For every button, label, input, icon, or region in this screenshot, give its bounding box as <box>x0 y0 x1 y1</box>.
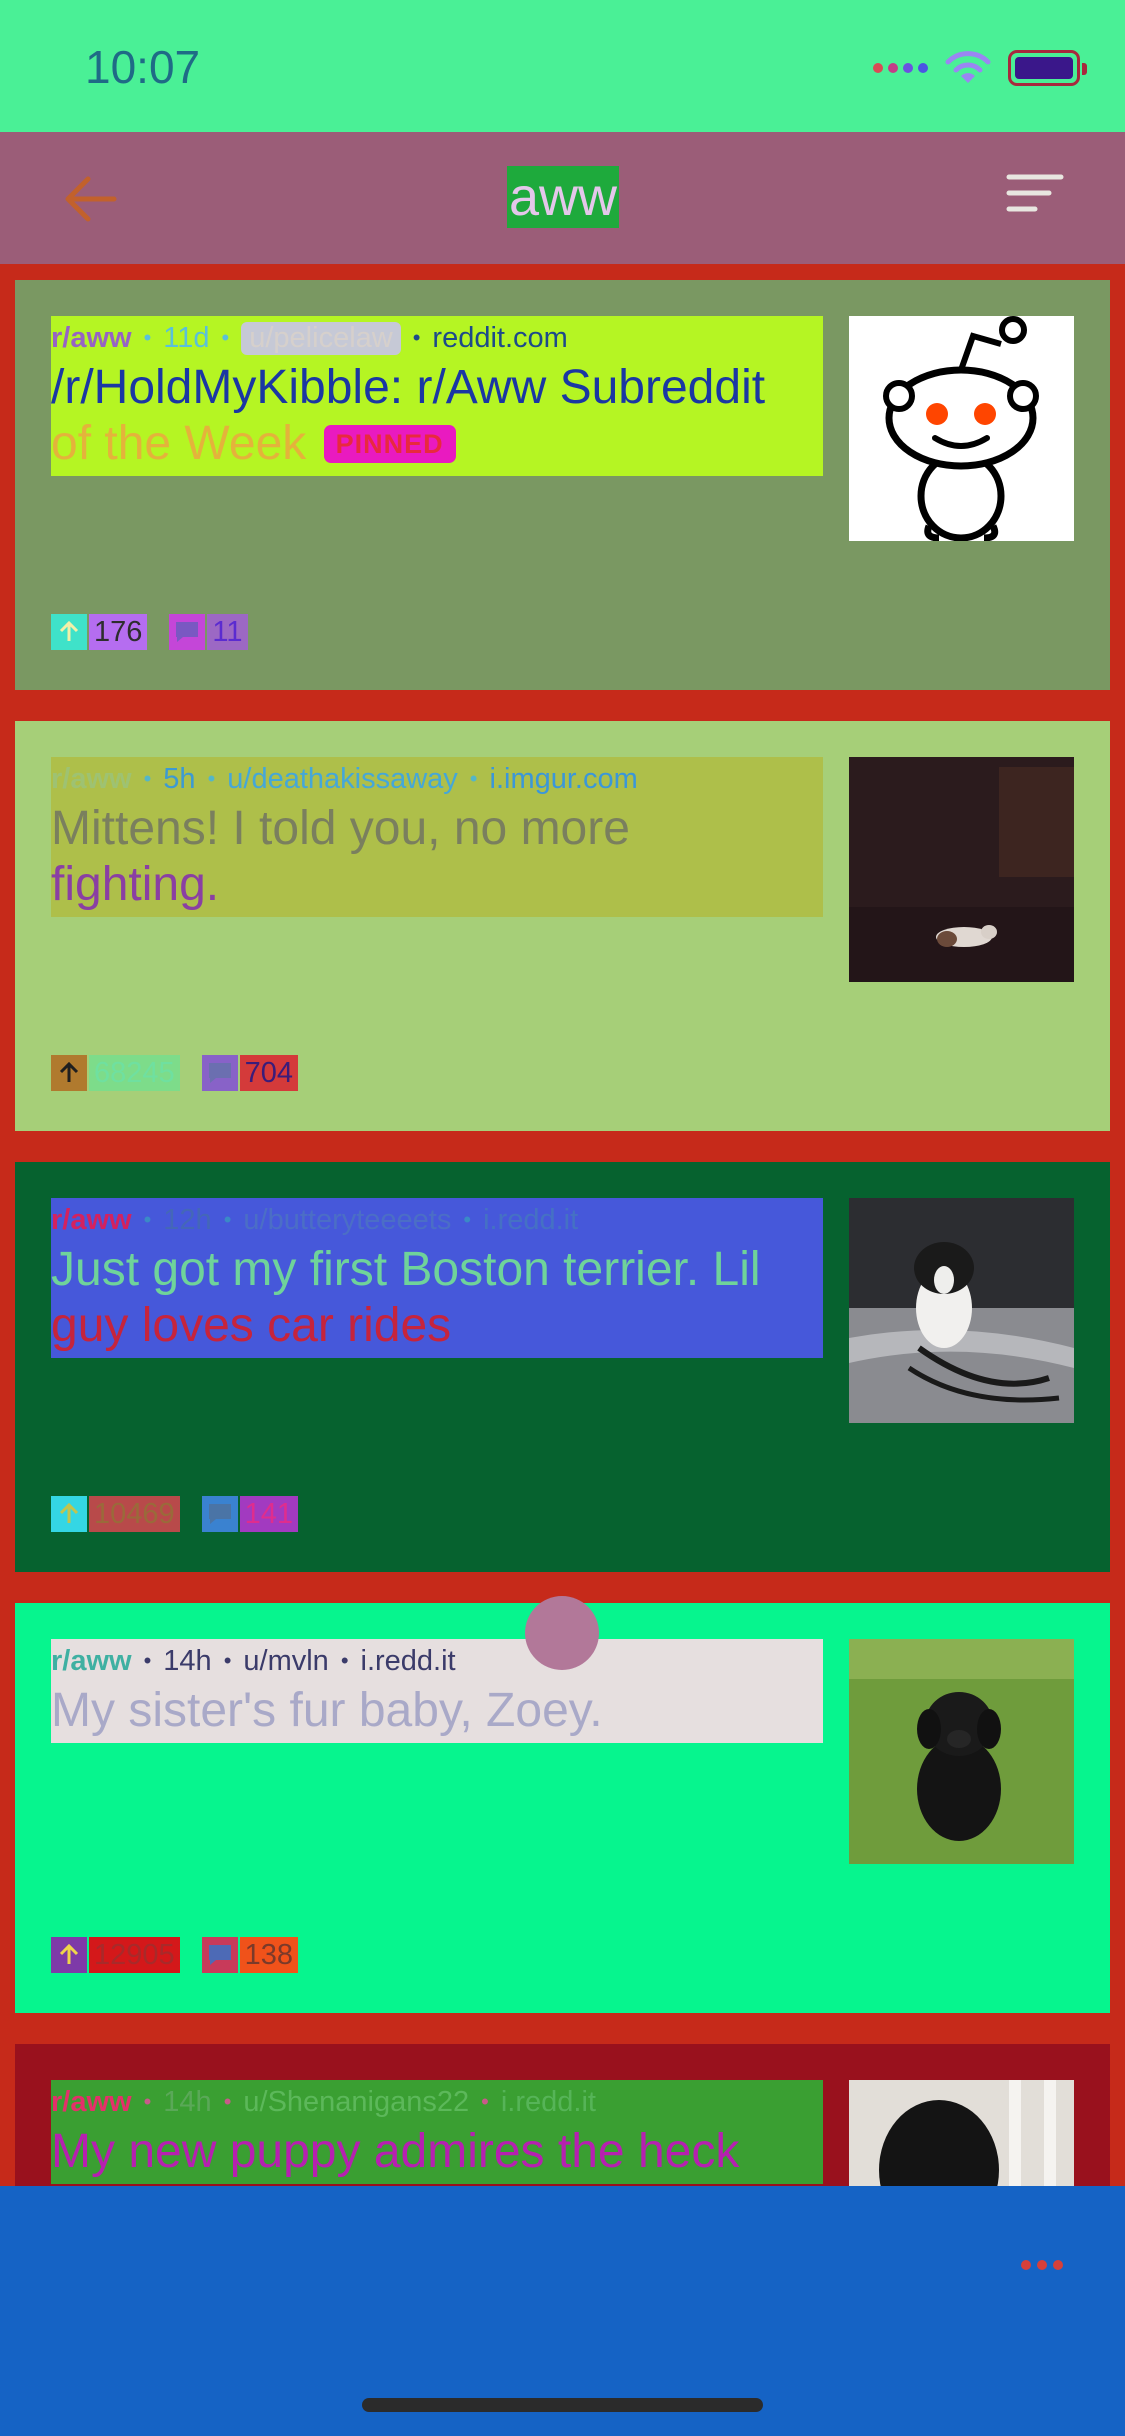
comment-icon[interactable] <box>169 614 206 650</box>
post-subreddit[interactable]: r/aww <box>51 1204 132 1237</box>
post-stats: 12905 138 <box>51 1937 299 1973</box>
post-author[interactable]: u/pelicelaw <box>241 321 401 355</box>
post-text[interactable]: r/aww • 12h • u/butteryteeeets • i.redd.… <box>51 1198 823 1358</box>
cellular-signal-icon <box>873 63 928 73</box>
post-age: 12h <box>163 1203 212 1236</box>
post-meta: r/aww • 11d • u/pelicelaw • reddit.com <box>51 321 568 355</box>
post-age: 11d <box>163 321 210 354</box>
post-domain[interactable]: i.redd.it <box>501 2086 596 2119</box>
post-stats: 68245 704 <box>51 1055 299 1091</box>
touch-indicator <box>525 1596 599 1670</box>
post-text[interactable]: r/aww • 5h • u/deathakissaway • i.imgur.… <box>51 757 823 917</box>
back-button[interactable] <box>55 164 125 234</box>
post-subreddit[interactable]: r/aww <box>51 322 132 355</box>
upvote-count: 12905 <box>89 1937 180 1973</box>
comment-count: 704 <box>239 1055 299 1091</box>
post-domain[interactable]: i.redd.it <box>361 1645 456 1678</box>
comment-count: 11 <box>207 614 248 650</box>
upvote-count: 10469 <box>89 1496 180 1532</box>
post-thumbnail[interactable] <box>849 757 1074 982</box>
upvote-icon[interactable] <box>51 1496 87 1532</box>
comment-count: 138 <box>239 1937 299 1973</box>
subreddit-title: aww <box>507 166 620 228</box>
post-thumbnail[interactable] <box>849 1639 1074 1864</box>
post-text[interactable]: r/aww • 14h • u/mvln • i.redd.it My sist… <box>51 1639 823 1743</box>
post-stats: 176 11 <box>51 614 248 650</box>
post-author[interactable]: u/Shenanigans22 <box>243 2086 469 2119</box>
status-bar: 10:07 <box>0 0 1125 132</box>
post-meta: r/aww • 12h • u/butteryteeeets • i.redd.… <box>51 1203 579 1237</box>
more-options-button[interactable] <box>1021 2260 1063 2270</box>
post-text[interactable]: r/aww • 14h • u/Shenanigans22 • i.redd.i… <box>51 2080 823 2184</box>
post-thumbnail[interactable] <box>849 1198 1074 1423</box>
post-author[interactable]: u/butteryteeeets <box>243 1204 451 1237</box>
post-subreddit[interactable]: r/aww <box>51 2086 132 2119</box>
battery-icon <box>1008 50 1087 86</box>
post-domain[interactable]: reddit.com <box>432 322 567 355</box>
post-domain[interactable]: i.redd.it <box>483 1204 578 1237</box>
post-subreddit[interactable]: r/aww <box>51 763 132 796</box>
post-text[interactable]: r/aww • 11d • u/pelicelaw • reddit.com /… <box>51 316 823 476</box>
post-card[interactable]: r/aww • 5h • u/deathakissaway • i.imgur.… <box>15 721 1110 1131</box>
post-meta: r/aww • 5h • u/deathakissaway • i.imgur.… <box>51 762 638 796</box>
upvote-icon[interactable] <box>51 1937 87 1973</box>
upvote-icon[interactable] <box>51 1055 87 1091</box>
post-meta: r/aww • 14h • u/mvln • i.redd.it <box>51 1644 456 1678</box>
post-title: My new puppy admires the heck <box>51 2125 740 2178</box>
comment-icon[interactable] <box>201 1937 238 1973</box>
upvote-icon[interactable] <box>51 614 87 650</box>
sort-button[interactable] <box>1005 172 1075 228</box>
cat-dog-photo <box>849 757 1074 982</box>
status-icons <box>873 50 1087 86</box>
wifi-icon <box>945 51 991 83</box>
post-meta: r/aww • 14h • u/Shenanigans22 • i.redd.i… <box>51 2085 596 2119</box>
post-thumbnail[interactable] <box>849 316 1074 541</box>
post-stats: 10469 141 <box>51 1496 299 1532</box>
sort-lines-icon <box>1006 174 1064 212</box>
comment-count: 141 <box>239 1496 299 1532</box>
post-title: Just got my first Boston terrier. Lil gu… <box>51 1243 761 1352</box>
pinned-badge: PINNED <box>323 425 456 463</box>
home-indicator[interactable] <box>362 2398 763 2412</box>
post-card[interactable]: r/aww • 12h • u/butteryteeeets • i.redd.… <box>15 1162 1110 1572</box>
post-title: My sister's fur baby, Zoey. <box>51 1684 603 1737</box>
post-age: 14h <box>163 1644 212 1677</box>
post-title: /r/HoldMyKibble: r/Aww Subreddit of the … <box>51 361 766 470</box>
boston-terrier-photo <box>849 1198 1074 1423</box>
comment-icon[interactable] <box>201 1496 238 1532</box>
bottom-toolbar <box>0 2186 1125 2436</box>
post-age: 14h <box>163 2085 212 2118</box>
post-author[interactable]: u/deathakissaway <box>227 763 458 796</box>
arrow-left-icon <box>65 176 117 222</box>
black-puppy-photo <box>849 1639 1074 1864</box>
upvote-count: 68245 <box>89 1055 180 1091</box>
post-domain[interactable]: i.imgur.com <box>490 763 638 796</box>
post-subreddit[interactable]: r/aww <box>51 1645 132 1678</box>
post-card[interactable]: r/aww • 11d • u/pelicelaw • reddit.com /… <box>15 280 1110 690</box>
upvote-count: 176 <box>89 614 148 650</box>
post-author[interactable]: u/mvln <box>243 1645 328 1678</box>
post-age: 5h <box>163 762 196 795</box>
status-time: 10:07 <box>85 41 201 93</box>
comment-icon[interactable] <box>201 1055 238 1091</box>
nav-bar: aww <box>0 132 1125 264</box>
post-title: Mittens! I told you, no more fighting. <box>51 802 630 911</box>
reddit-snoo-icon <box>883 316 1039 541</box>
